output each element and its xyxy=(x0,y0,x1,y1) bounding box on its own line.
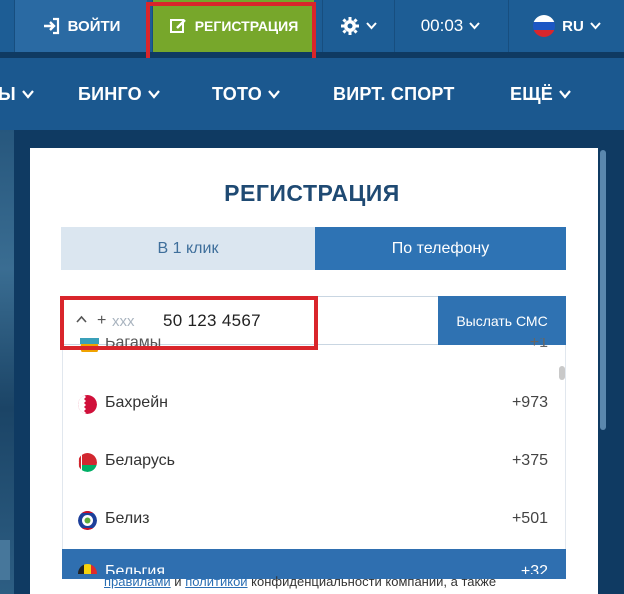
nav-item-toto[interactable]: ТОТО xyxy=(212,58,280,130)
language-code: RU xyxy=(562,17,584,35)
country-dial-code: +501 xyxy=(511,510,548,527)
login-button[interactable]: ВОЙТИ xyxy=(14,0,147,52)
background-image xyxy=(0,540,10,580)
language-dropdown[interactable]: RU xyxy=(508,0,624,52)
terms-and: и xyxy=(170,574,186,589)
country-dial-code: +1 xyxy=(529,338,548,351)
nav-item-label: ЕЩЁ xyxy=(510,83,553,104)
nav-item-partial[interactable]: Ы xyxy=(0,58,34,130)
chevron-down-icon xyxy=(590,22,601,30)
gear-icon xyxy=(341,17,359,35)
policy-link[interactable]: политикой xyxy=(185,574,247,589)
russia-flag-icon xyxy=(533,15,556,37)
belarus-flag-icon xyxy=(78,453,97,472)
nav-item-bingo[interactable]: БИНГО xyxy=(78,58,160,130)
time-dropdown[interactable]: 00:03 xyxy=(394,0,506,52)
nav-item-label: ВИРТ. СПОРТ xyxy=(333,83,455,104)
nav-item-label: ТОТО xyxy=(212,83,262,104)
country-dial-code: +32 xyxy=(520,563,548,574)
tab-one-click[interactable]: В 1 клик xyxy=(61,227,315,270)
country-option[interactable]: Беларусь +375 xyxy=(78,447,548,477)
country-dial-code: +973 xyxy=(511,394,548,411)
login-icon xyxy=(43,17,59,35)
belgium-flag-icon xyxy=(78,564,97,574)
time-display: 00:03 xyxy=(420,16,464,35)
nav-item-more[interactable]: ЕЩЁ xyxy=(510,58,571,130)
country-option[interactable]: Бахрейн +973 xyxy=(78,389,548,419)
dropdown-scrollbar[interactable] xyxy=(559,366,565,380)
modal-title: РЕГИСТРАЦИЯ xyxy=(224,180,400,206)
nav-item-label: Ы xyxy=(0,83,16,104)
nav-item-virtual-sport[interactable]: ВИРТ. СПОРТ xyxy=(333,58,455,130)
country-dial-code: +375 xyxy=(511,452,548,469)
chevron-down-icon xyxy=(147,89,160,99)
settings-dropdown[interactable] xyxy=(322,0,394,52)
country-name: Белиз xyxy=(105,510,150,527)
chevron-down-icon xyxy=(559,89,571,99)
nav-item-label: БИНГО xyxy=(78,83,142,104)
country-name: Бельгия xyxy=(105,563,165,574)
rules-link[interactable]: правилами xyxy=(104,574,171,589)
bahrain-flag-icon xyxy=(78,395,97,414)
chevron-down-icon xyxy=(469,22,481,30)
country-name: Беларусь xyxy=(105,452,175,469)
country-name: Бахрейн xyxy=(105,394,168,411)
phone-highlight-box xyxy=(60,296,318,350)
country-option[interactable]: Белиз +501 xyxy=(78,505,548,535)
main-nav: Ы БИНГО ТОТО ВИРТ. СПОРТ ЕЩЁ xyxy=(0,58,624,130)
tab-by-phone[interactable]: По телефону xyxy=(315,227,566,270)
country-option[interactable]: Бельгия +32 xyxy=(78,558,548,574)
login-label: ВОЙТИ xyxy=(67,17,121,35)
terms-rest: конфиденциальности компании, а также xyxy=(247,574,497,589)
terms-text: правилами и политикой конфиденциальности… xyxy=(104,574,496,589)
belize-flag-icon xyxy=(78,511,97,530)
chevron-down-icon xyxy=(268,89,280,99)
chevron-down-icon xyxy=(366,22,377,30)
chevron-down-icon xyxy=(21,89,34,99)
